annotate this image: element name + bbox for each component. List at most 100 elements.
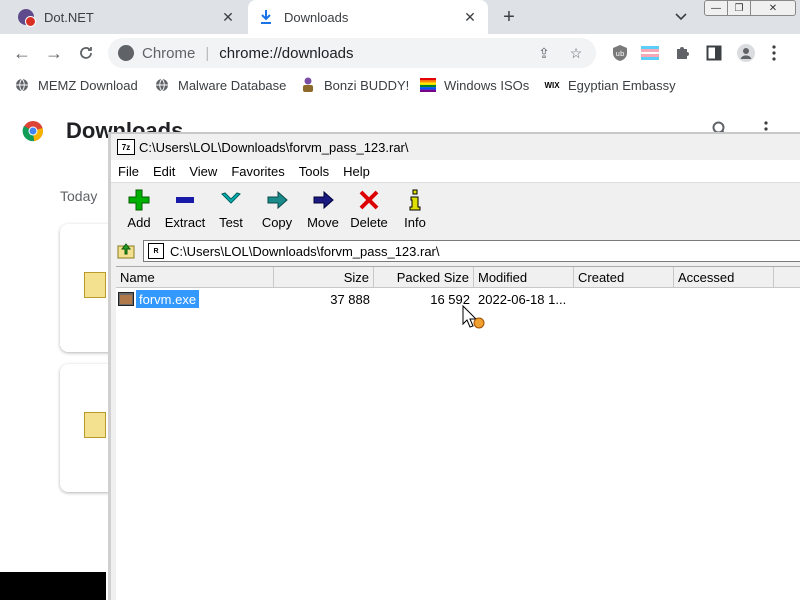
new-tab-button[interactable]: + <box>496 4 522 30</box>
bookmark-star-icon[interactable]: ☆ <box>568 45 584 61</box>
menu-edit[interactable]: Edit <box>153 164 175 179</box>
svg-text:ub: ub <box>616 50 625 58</box>
omnibox-url[interactable]: chrome://downloads <box>219 45 353 62</box>
move-button[interactable]: Move <box>299 187 347 235</box>
menu-favorites[interactable]: Favorites <box>231 164 284 179</box>
column-size[interactable]: Size <box>274 267 374 287</box>
column-name[interactable]: Name <box>116 267 274 287</box>
close-window-button[interactable]: ✕ <box>750 0 796 16</box>
path-text: C:\Users\LOL\Downloads\forvm_pass_123.ra… <box>170 243 440 259</box>
file-size: 37 888 <box>330 291 370 307</box>
tab-strip: Dot.NET ✕ Downloads ✕ + — ❐ ✕ <box>0 0 800 34</box>
copy-icon <box>264 187 290 213</box>
restore-button[interactable]: ❐ <box>727 0 751 16</box>
dotnet-favicon-icon <box>18 9 36 27</box>
extract-label: Extract <box>164 215 206 230</box>
download-icon <box>258 9 274 25</box>
info-button[interactable]: Info <box>391 187 439 235</box>
archive-file-icon <box>84 412 106 438</box>
close-icon[interactable]: ✕ <box>462 9 478 25</box>
sevenzip-toolbar: Add Extract Test Copy Move Delete Info <box>111 182 800 237</box>
bookmark-memz[interactable]: MEMZ Download <box>14 75 138 95</box>
bonzi-icon <box>300 77 316 93</box>
folder-up-icon[interactable] <box>117 241 135 259</box>
bookmark-egyptian-embassy[interactable]: WIX Egyptian Embassy <box>544 75 676 95</box>
file-created <box>574 289 674 309</box>
copy-button[interactable]: Copy <box>253 187 301 235</box>
bookmarks-bar: MEMZ Download Malware Database Bonzi BUD… <box>0 72 800 98</box>
exe-file-icon <box>118 292 134 306</box>
share-icon[interactable]: ⇪ <box>536 45 552 61</box>
menu-help[interactable]: Help <box>343 164 370 179</box>
file-packed-size: 16 592 <box>430 291 470 307</box>
omnibox-separator: | <box>205 44 210 62</box>
bookmark-malware-database[interactable]: Malware Database <box>154 75 286 95</box>
window-title: C:\Users\LOL\Downloads\forvm_pass_123.ra… <box>139 139 409 155</box>
path-bar: R C:\Users\LOL\Downloads\forvm_pass_123.… <box>111 238 800 264</box>
globe-icon <box>154 77 170 93</box>
tab-label: Dot.NET <box>44 9 94 25</box>
menu-file[interactable]: File <box>118 164 139 179</box>
tab-dotnet[interactable]: Dot.NET ✕ <box>8 0 246 34</box>
back-button[interactable]: ← <box>10 41 34 65</box>
bookmark-label: Egyptian Embassy <box>568 77 676 93</box>
close-icon[interactable]: ✕ <box>220 9 236 25</box>
minimize-button[interactable]: — <box>704 0 728 16</box>
bookmark-label: MEMZ Download <box>38 77 138 93</box>
menu-bar: File Edit View Favorites Tools Help <box>111 160 800 182</box>
add-icon <box>126 187 152 213</box>
chrome-site-icon <box>118 45 134 61</box>
info-label: Info <box>404 215 426 230</box>
ublock-extension-icon[interactable]: ub <box>610 43 630 63</box>
bookmark-label: Windows ISOs <box>444 77 530 93</box>
file-list: Name Size Packed Size Modified Created A… <box>116 266 800 603</box>
file-accessed <box>674 289 774 309</box>
move-icon <box>310 187 336 213</box>
extract-button[interactable]: Extract <box>161 187 209 235</box>
menu-dots-icon[interactable] <box>764 43 784 63</box>
archive-file-icon <box>84 272 106 298</box>
date-section-label: Today <box>60 188 98 204</box>
path-field[interactable]: R C:\Users\LOL\Downloads\forvm_pass_123.… <box>143 240 800 262</box>
copy-label: Copy <box>261 215 293 230</box>
profile-avatar-icon[interactable] <box>736 43 756 63</box>
column-accessed[interactable]: Accessed <box>674 267 774 287</box>
reload-button[interactable] <box>74 41 98 65</box>
column-modified[interactable]: Modified <box>474 267 574 287</box>
column-created[interactable]: Created <box>574 267 674 287</box>
delete-icon <box>356 187 382 213</box>
test-button[interactable]: Test <box>207 187 255 235</box>
add-label: Add <box>127 215 151 230</box>
file-list-header: Name Size Packed Size Modified Created A… <box>116 267 800 288</box>
test-icon <box>218 187 244 213</box>
wix-icon: WIX <box>544 80 560 90</box>
chrome-logo-icon <box>22 120 44 142</box>
forward-button[interactable]: → <box>42 41 66 65</box>
menu-view[interactable]: View <box>189 164 217 179</box>
side-panel-icon[interactable] <box>704 43 724 63</box>
move-label: Move <box>307 215 339 230</box>
sevenzip-app-icon: 7z <box>117 139 135 155</box>
bookmark-label: Malware Database <box>178 77 287 93</box>
omnibox-label: Chrome <box>142 44 196 62</box>
tab-downloads[interactable]: Downloads ✕ <box>248 0 488 34</box>
sevenzip-window: 7z C:\Users\LOL\Downloads\forvm_pass_123… <box>108 132 800 603</box>
bookmark-windows-isos[interactable]: Windows ISOs <box>420 75 529 95</box>
add-button[interactable]: Add <box>115 187 163 235</box>
sevenzip-title-bar[interactable]: 7z C:\Users\LOL\Downloads\forvm_pass_123… <box>111 134 800 160</box>
file-name[interactable]: forvm.exe <box>136 290 200 308</box>
menu-tools[interactable]: Tools <box>299 164 329 179</box>
delete-button[interactable]: Delete <box>345 187 393 235</box>
address-bar[interactable]: Chrome | chrome://downloads ⇪ ☆ <box>108 38 596 68</box>
column-packed-size[interactable]: Packed Size <box>374 267 474 287</box>
info-icon <box>402 187 428 213</box>
tab-label: Downloads <box>284 9 349 25</box>
rainbow-flag-icon <box>420 77 436 93</box>
bookmark-bonzi-buddy[interactable]: Bonzi BUDDY! <box>300 75 409 95</box>
tab-search-chevron-icon[interactable] <box>670 6 692 28</box>
table-row[interactable]: forvm.exe 37 888 16 592 2022-06-18 1... <box>116 289 800 309</box>
extensions-puzzle-icon[interactable] <box>672 43 692 63</box>
trans-flag-extension-icon[interactable] <box>640 43 660 63</box>
delete-label: Delete <box>350 215 388 230</box>
browser-toolbar: ← → Chrome | chrome://downloads ⇪ ☆ ub <box>0 34 800 72</box>
